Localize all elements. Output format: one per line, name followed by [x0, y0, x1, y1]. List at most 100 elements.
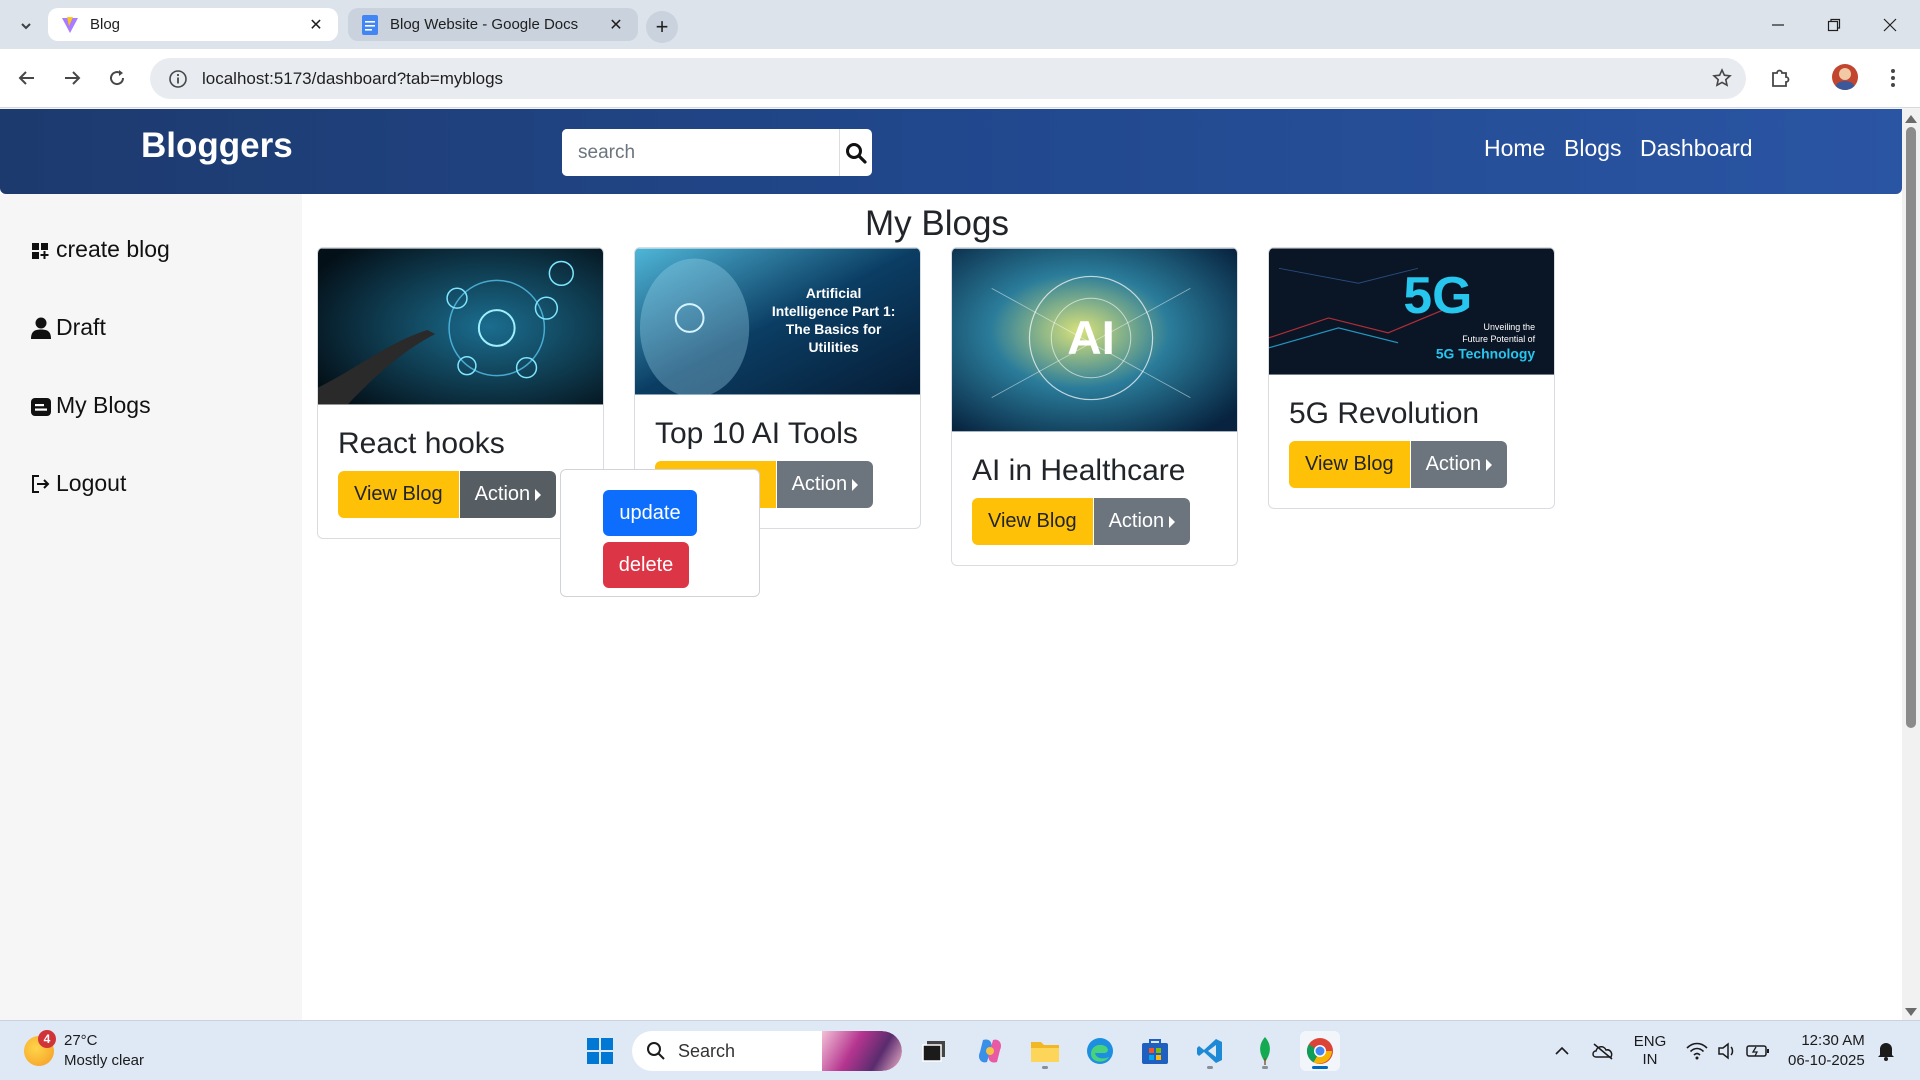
tab-title: Blog Website - Google Docs [390, 16, 579, 33]
browser-menu-icon[interactable] [1876, 61, 1910, 95]
nav-link-home[interactable]: Home [1484, 135, 1545, 162]
weather-temp: 27°C [64, 1032, 98, 1049]
copilot-icon[interactable] [970, 1031, 1010, 1071]
notification-badge: 4 [38, 1030, 56, 1048]
tab-blog[interactable]: Blog ✕ [48, 8, 338, 41]
update-button[interactable]: update [603, 490, 697, 536]
language-indicator[interactable]: ENG IN [1628, 1031, 1672, 1071]
tab-google-docs[interactable]: Blog Website - Google Docs ✕ [348, 8, 638, 41]
weather-sun-icon: 4 [24, 1030, 56, 1066]
new-tab-button[interactable]: + [646, 11, 678, 43]
clock-time: 12:30 AM [1801, 1032, 1865, 1049]
weather-condition: Mostly clear [64, 1052, 145, 1069]
search-input[interactable] [562, 129, 839, 176]
onedrive-offline-icon[interactable] [1588, 1031, 1618, 1071]
system-clock[interactable]: 12:30 AM 06-10-2025 [1788, 1031, 1865, 1071]
tab-close-icon[interactable]: ✕ [606, 15, 626, 35]
caret-right-icon [1486, 458, 1493, 471]
sidebar-item-my-blogs[interactable]: My Blogs [30, 392, 151, 419]
action-dropdown-button[interactable]: Action [1093, 498, 1191, 545]
bookmark-star-icon[interactable] [1712, 68, 1732, 93]
browser-toolbar: localhost:5173/dashboard?tab=myblogs [0, 49, 1920, 108]
google-docs-icon [360, 14, 380, 35]
vscode-icon[interactable] [1190, 1031, 1230, 1071]
nav-link-dashboard[interactable]: Dashboard [1640, 135, 1753, 162]
page-title: My Blogs [865, 204, 1009, 243]
extensions-puzzle-icon[interactable] [1763, 61, 1797, 95]
sidebar-item-label: create blog [56, 236, 170, 262]
battery-icon[interactable] [1744, 1031, 1772, 1071]
action-dropdown-button[interactable]: Action [1410, 441, 1508, 488]
image-text: Utilities [809, 339, 859, 355]
image-text: Future Potential of [1462, 334, 1535, 344]
web-page: Bloggers Home Blogs Dashboard create blo… [0, 109, 1902, 1020]
image-text: 5G Technology [1436, 346, 1536, 362]
close-window-icon[interactable] [1862, 0, 1918, 49]
action-label: Action [1108, 510, 1165, 532]
blog-icon [30, 395, 52, 417]
sidebar-item-create-blog[interactable]: create blog [30, 236, 170, 263]
scroll-up-arrow-icon[interactable] [1905, 115, 1917, 123]
search-icon [647, 1042, 665, 1060]
ai-utilities-image[interactable]: Artificial Intelligence Part 1: The Basi… [635, 248, 920, 395]
chevron-up-icon[interactable] [1550, 1031, 1574, 1071]
sidebar-item-draft[interactable]: Draft [30, 314, 106, 341]
profile-avatar[interactable] [1832, 64, 1858, 90]
windows-taskbar: 4 27°C Mostly clear Search ENG IN 12:30 … [0, 1020, 1920, 1080]
taskbar-search[interactable]: Search [632, 1031, 902, 1071]
microsoft-store-icon[interactable] [1135, 1031, 1175, 1071]
card-title: 5G Revolution [1289, 397, 1480, 430]
sidebar-item-logout[interactable]: Logout [30, 470, 126, 497]
ai-network-image[interactable]: AI [952, 248, 1237, 432]
search-button[interactable] [839, 129, 872, 176]
tab-search-chevron-icon[interactable] [12, 12, 40, 40]
action-dropdown-menu: update delete [560, 469, 760, 597]
5g-technology-image[interactable]: 5G Unveiling the Future Potential of 5G … [1269, 248, 1554, 375]
site-info-icon[interactable] [158, 69, 198, 89]
url-text: localhost:5173/dashboard?tab=myblogs [202, 68, 504, 88]
grid-plus-icon [30, 239, 52, 261]
view-blog-button[interactable]: View Blog [972, 498, 1093, 545]
forward-arrow-icon[interactable] [53, 59, 91, 97]
card-actions: View Blog Action [1269, 431, 1554, 508]
tab-close-icon[interactable]: ✕ [306, 15, 326, 35]
delete-button[interactable]: delete [603, 542, 689, 588]
view-blog-button[interactable]: View Blog [338, 471, 459, 518]
nav-link-blogs[interactable]: Blogs [1564, 135, 1622, 162]
card-title: Top 10 AI Tools [655, 417, 858, 450]
address-bar[interactable]: localhost:5173/dashboard?tab=myblogs [150, 58, 1746, 99]
web-development-image[interactable] [318, 248, 603, 405]
card-title: AI in Healthcare [972, 454, 1186, 487]
scroll-down-arrow-icon[interactable] [1905, 1008, 1917, 1016]
image-text: AI [1067, 312, 1115, 365]
chrome-icon[interactable] [1300, 1031, 1340, 1071]
brand-logo[interactable]: Bloggers [141, 126, 293, 166]
scrollbar-thumb[interactable] [1906, 127, 1916, 728]
reload-icon[interactable] [98, 59, 136, 97]
search-form [562, 129, 872, 176]
weather-widget[interactable]: 4 27°C Mostly clear [24, 1030, 145, 1071]
restore-icon[interactable] [1806, 0, 1862, 49]
view-blog-button[interactable]: View Blog [1289, 441, 1410, 488]
notification-bell-icon[interactable] [1872, 1031, 1900, 1071]
language-code: ENG [1633, 1033, 1667, 1050]
task-view-icon[interactable] [914, 1031, 954, 1071]
caret-right-icon [1169, 515, 1176, 528]
clock-date: 06-10-2025 [1788, 1052, 1865, 1069]
mongodb-icon[interactable] [1245, 1031, 1285, 1071]
page-scrollbar[interactable] [1902, 109, 1920, 1020]
image-text: Unveiling the [1484, 322, 1536, 332]
windows-start-icon[interactable] [580, 1031, 620, 1071]
search-icon [846, 142, 867, 164]
image-text: The Basics for [786, 321, 882, 337]
sidebar-item-label: Logout [56, 470, 127, 496]
back-arrow-icon[interactable] [8, 59, 46, 97]
wifi-icon[interactable] [1684, 1031, 1710, 1071]
action-dropdown-button[interactable]: Action [459, 471, 557, 518]
minimize-icon[interactable] [1750, 0, 1806, 49]
volume-icon[interactable] [1714, 1031, 1740, 1071]
file-explorer-icon[interactable] [1025, 1031, 1065, 1071]
edge-browser-icon[interactable] [1080, 1031, 1120, 1071]
action-dropdown-button[interactable]: Action [776, 461, 874, 508]
image-text: Intelligence Part 1: [772, 303, 896, 319]
